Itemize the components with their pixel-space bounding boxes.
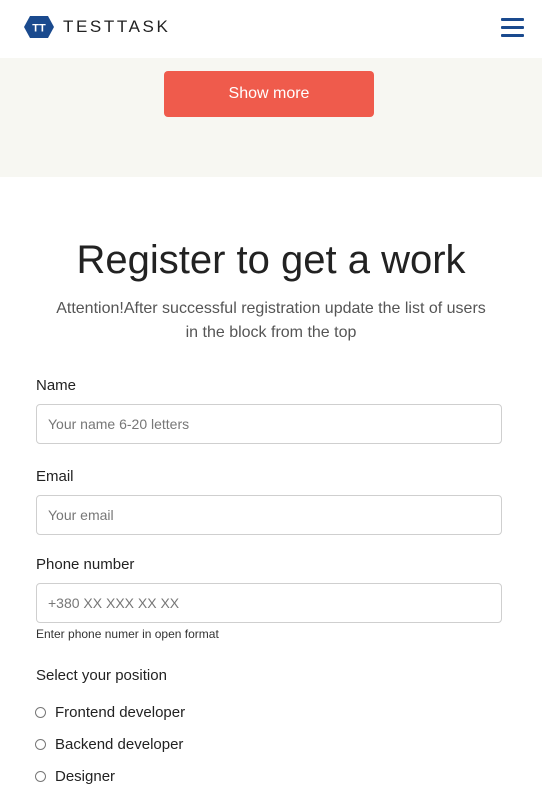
position-label: Select your position bbox=[36, 667, 167, 684]
brand-name: TESTTASK bbox=[63, 17, 171, 36]
users-section-footer: Show more bbox=[0, 58, 542, 177]
radio-button[interactable] bbox=[35, 739, 46, 750]
phone-label: Phone number bbox=[36, 556, 135, 573]
register-subtitle-line1: Attention!After successful registration … bbox=[56, 300, 486, 317]
menu-bar bbox=[501, 34, 524, 37]
site-header: TT TESTTASK bbox=[0, 0, 542, 58]
register-subtitle: Attention!After successful registration … bbox=[40, 297, 502, 345]
name-label: Name bbox=[36, 377, 77, 394]
position-option-frontend[interactable]: Frontend developer bbox=[35, 704, 185, 721]
radio-button[interactable] bbox=[35, 771, 46, 782]
name-input[interactable] bbox=[36, 404, 502, 444]
logo-mark-icon: TT bbox=[24, 16, 54, 38]
register-subtitle-line2: in the block from the top bbox=[185, 324, 357, 341]
menu-bar bbox=[501, 18, 524, 21]
email-label: Email bbox=[36, 468, 74, 485]
show-more-button[interactable]: Show more bbox=[164, 71, 374, 117]
position-option-label: Designer bbox=[55, 768, 116, 785]
radio-button[interactable] bbox=[35, 707, 46, 718]
position-option-label: Frontend developer bbox=[55, 704, 186, 721]
menu-bar bbox=[501, 26, 524, 29]
phone-input[interactable] bbox=[36, 583, 502, 623]
phone-hint: Enter phone numer in open format bbox=[36, 627, 219, 641]
register-title: Register to get a work bbox=[76, 238, 466, 282]
position-option-designer[interactable]: Designer bbox=[35, 768, 115, 785]
logo[interactable]: TT TESTTASK bbox=[24, 16, 170, 38]
hamburger-menu-icon[interactable] bbox=[501, 18, 524, 38]
svg-text:TT: TT bbox=[32, 23, 46, 35]
position-option-backend[interactable]: Backend developer bbox=[35, 736, 183, 753]
position-option-label: Backend developer bbox=[55, 736, 184, 753]
email-input[interactable] bbox=[36, 495, 502, 535]
